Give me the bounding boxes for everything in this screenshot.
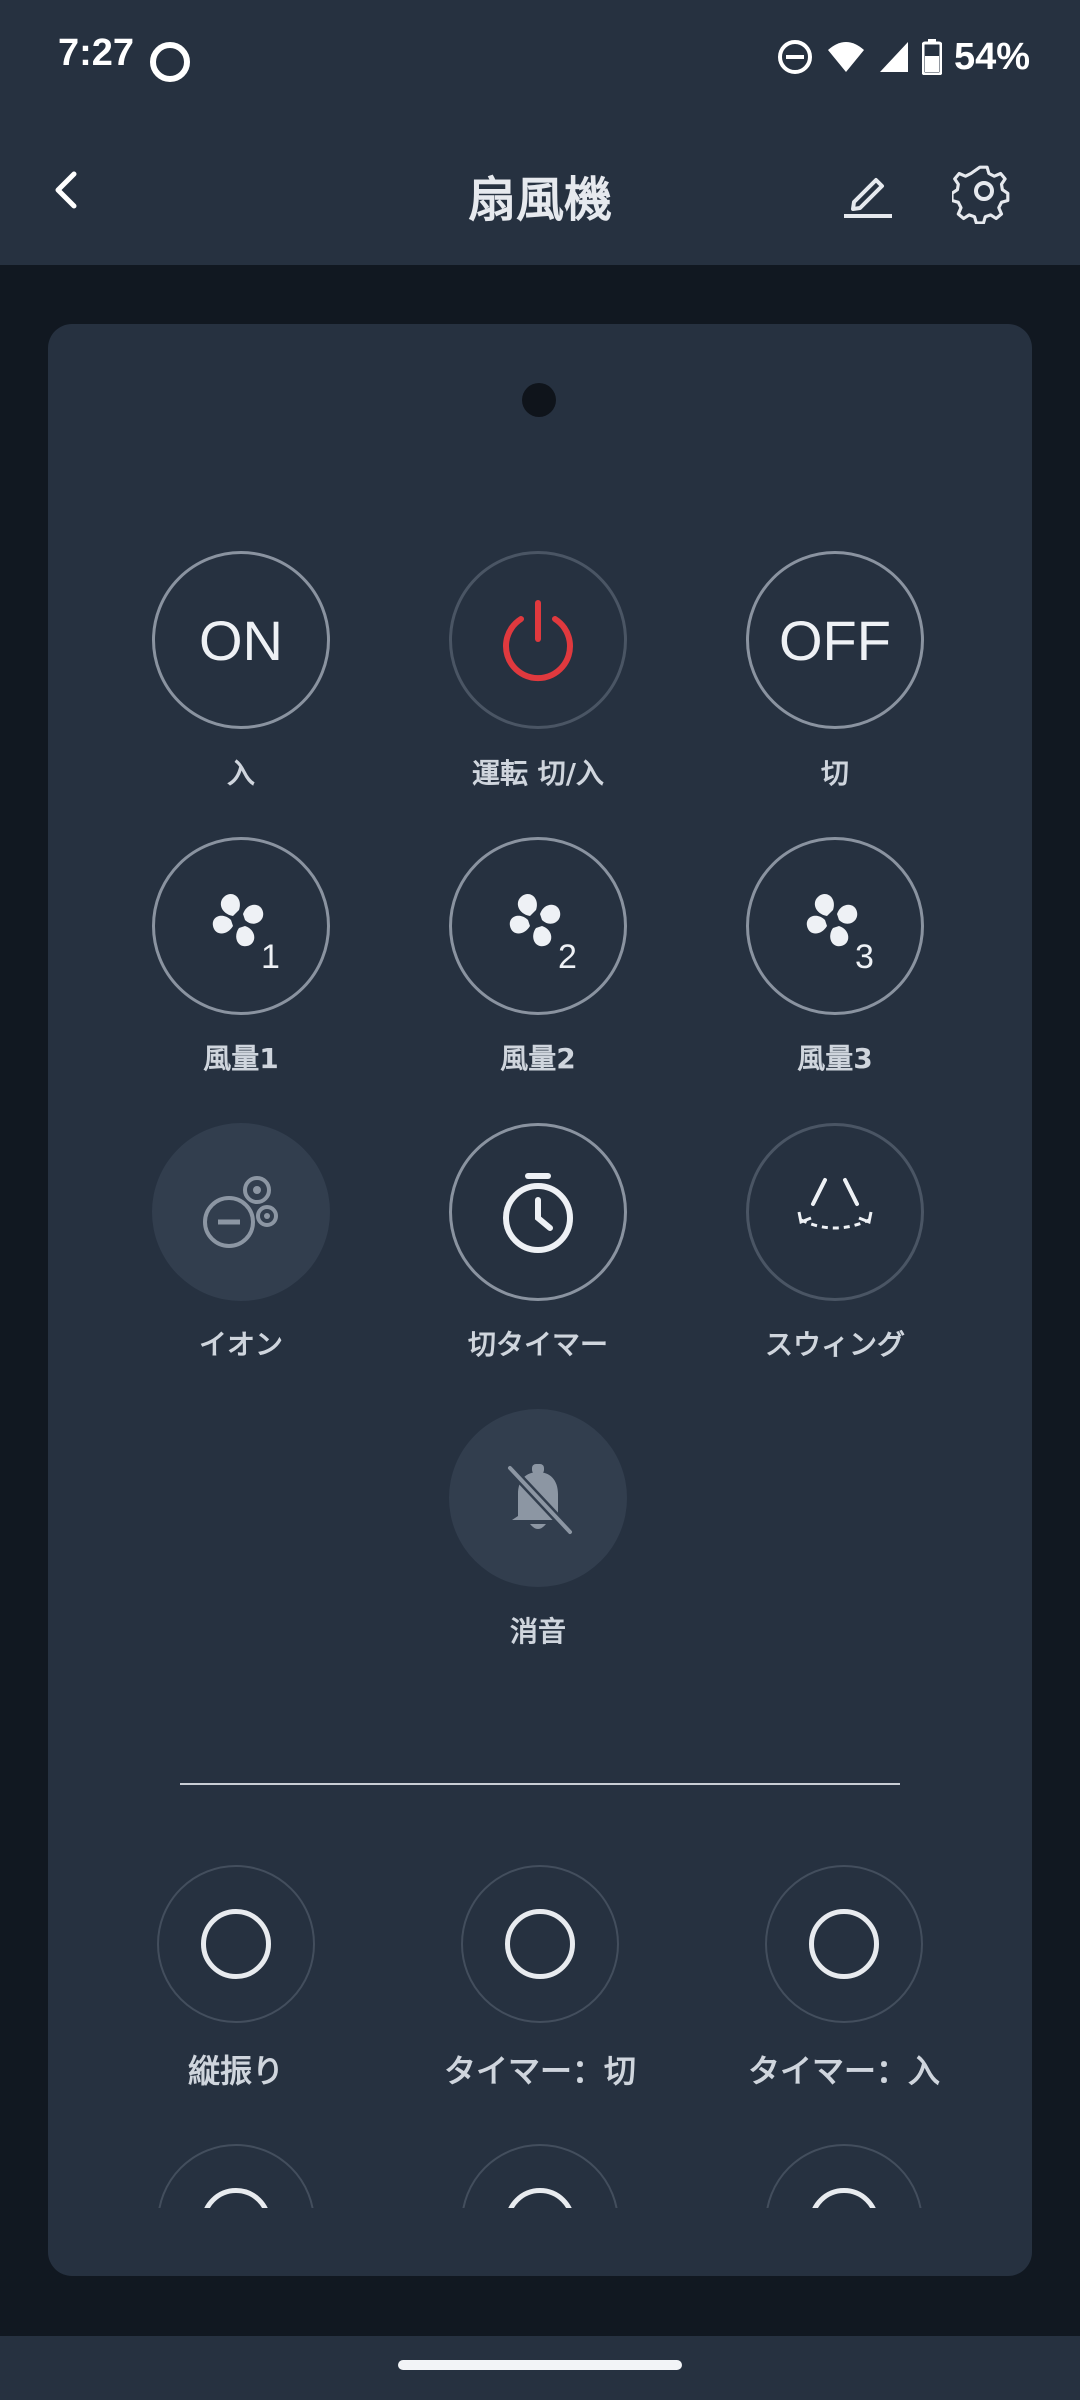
status-time: 7:27 [58,32,135,74]
scroll-clip-region [48,2144,1032,2208]
power-icon [503,600,573,682]
power-toggle-label: 運転 切/入 [472,757,604,790]
fan-speed-number: 1 [261,938,280,976]
fan-speed-2-button[interactable]: 2 [449,837,627,1015]
fan-speed-number: 2 [558,938,577,976]
ion-icon [203,1176,278,1248]
circle-icon [809,1909,879,1979]
circle-icon [505,1909,575,1979]
home-gesture-handle[interactable] [398,2360,682,2370]
custom-label-vertical-swing: 縦振り [187,2052,284,2090]
custom-button[interactable] [765,2144,923,2208]
ion-label: イオン [198,1328,283,1361]
custom-label-timer-on: タイマー：入 [747,2052,940,2090]
custom-button-timer-off[interactable] [461,1865,619,2023]
stopwatch-icon [503,1173,573,1253]
off-timer-label: 切タイマー [467,1328,608,1361]
mute-label: 消音 [509,1615,566,1648]
settings-button[interactable] [950,160,1016,225]
on-label: 入 [226,757,255,790]
custom-button-vertical-swing[interactable] [157,1865,315,2023]
fan-speed-number: 3 [855,938,874,976]
remote-panel: ON 入 運転 切/入 OFF 切 1 風量1 2 風量2 3 風量3 イオン … [48,324,1032,2276]
edit-button[interactable] [836,160,900,224]
on-button[interactable]: ON [152,551,330,729]
circle-icon [201,2188,271,2208]
do-not-disturb-icon [777,40,812,74]
fan-icon: 3 [806,893,874,976]
section-divider [180,1783,900,1785]
off-text-icon: OFF [779,608,891,672]
cell-signal-icon [879,42,908,72]
fan-icon: 2 [509,893,577,976]
page-title: 扇風機 [467,172,612,228]
fan-speed-3-button[interactable]: 3 [746,837,924,1015]
circle-icon [201,1909,271,1979]
fan-speed-3-label: 風量3 [797,1042,873,1075]
custom-label-timer-off: タイマー：切 [443,2052,636,2090]
battery-icon [921,39,942,75]
on-text-icon: ON [199,608,283,672]
ion-button[interactable] [152,1123,330,1301]
fan-icon: 1 [212,893,280,976]
swing-label: スウィング [764,1328,905,1361]
custom-button[interactable] [461,2144,619,2208]
circle-icon [809,2188,879,2208]
fan-speed-1-label: 風量1 [203,1042,279,1075]
off-timer-button[interactable] [449,1123,627,1301]
pencil-icon [844,178,892,218]
assistant-ring-icon [150,42,190,82]
mute-button[interactable] [449,1409,627,1587]
bell-off-icon [506,1464,574,1536]
status-icons: 54% [776,34,1030,80]
fan-speed-2-label: 風量2 [500,1042,576,1075]
battery-percent: 54% [953,35,1030,78]
swing-button[interactable] [746,1123,924,1301]
off-label: 切 [820,757,849,790]
off-button[interactable]: OFF [746,551,924,729]
custom-button[interactable] [157,2144,315,2208]
status-bar: 7:27 54% [0,0,1080,120]
custom-button-timer-on[interactable] [765,1865,923,2023]
wifi-icon [827,42,864,72]
circle-icon [505,2188,575,2208]
ir-indicator [522,383,556,417]
power-toggle-button[interactable] [449,551,627,729]
app-bar: 扇風機 [0,120,1080,265]
swing-icon [797,1178,873,1230]
fan-speed-1-button[interactable]: 1 [152,837,330,1015]
gear-icon [950,165,1010,225]
navigation-bar [0,2336,1080,2400]
